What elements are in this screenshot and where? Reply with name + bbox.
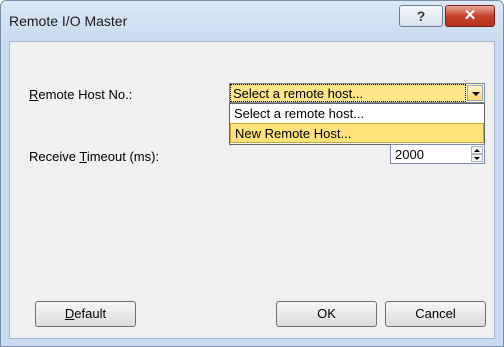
spin-down-icon[interactable] — [471, 154, 483, 162]
default-button[interactable]: Default — [35, 301, 136, 327]
remote-host-label: Remote Host No.: — [29, 87, 132, 102]
window-title: Remote I/O Master — [9, 13, 128, 29]
title-bar[interactable]: Remote I/O Master ? ✕ — [1, 1, 503, 41]
dialog-window: Remote I/O Master ? ✕ Remote Host No.: S… — [0, 0, 504, 347]
timeout-value: 2000 — [395, 147, 424, 162]
remote-host-selected-value: Select a remote host... — [230, 84, 466, 102]
access-key: T — [79, 149, 87, 164]
spin-up-icon[interactable] — [471, 146, 483, 154]
dropdown-arrow-icon[interactable] — [467, 85, 483, 101]
dialog-body: Remote Host No.: Select a remote host...… — [9, 41, 495, 339]
label-text: emote Host No.: — [38, 87, 133, 102]
cancel-button[interactable]: Cancel — [385, 301, 486, 327]
dropdown-option-new-remote-host[interactable]: New Remote Host... — [230, 123, 484, 143]
remote-host-combobox[interactable]: Select a remote host... — [229, 83, 485, 103]
help-button[interactable]: ? — [399, 5, 443, 27]
access-key: R — [29, 87, 39, 102]
label-text: imeout (ms): — [86, 149, 160, 164]
ok-button[interactable]: OK — [276, 301, 377, 327]
label-text: Receive — [29, 149, 80, 164]
dropdown-option-select-remote-host[interactable]: Select a remote host... — [230, 104, 484, 124]
close-button[interactable]: ✕ — [445, 5, 495, 27]
spin-buttons — [471, 146, 483, 162]
remote-host-dropdown-list: Select a remote host... New Remote Host.… — [229, 103, 485, 145]
button-label: efault — [74, 306, 107, 321]
timeout-label: Receive Timeout (ms): — [29, 149, 159, 164]
timeout-spinbox[interactable]: 2000 — [390, 144, 485, 164]
access-key: D — [64, 306, 75, 321]
